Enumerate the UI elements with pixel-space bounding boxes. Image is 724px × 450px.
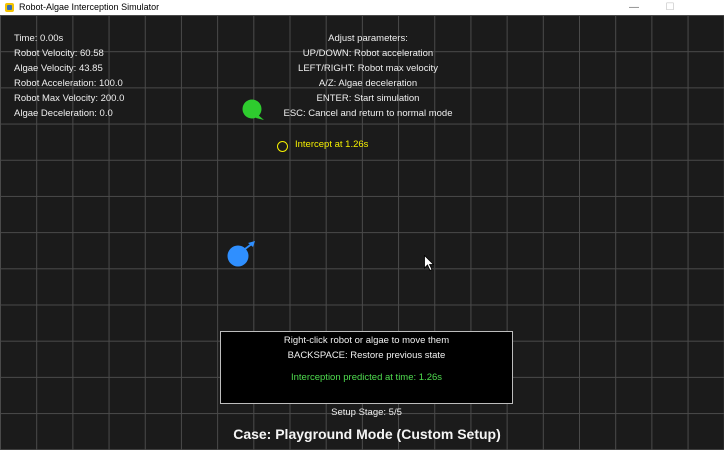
setup-info-panel: Right-click robot or algae to move them … [220,331,513,404]
window-title: Robot-Algae Interception Simulator [19,2,160,12]
algae-deceleration-readout: Algae Deceleration: 0.0 [14,108,113,119]
mouse-cursor-icon [424,255,434,271]
title-bar[interactable]: Robot-Algae Interception Simulator — ☐ [0,0,724,15]
maximize-button[interactable]: ☐ [652,0,688,15]
app-window: Robot-Algae Interception Simulator — ☐ T… [0,0,724,450]
intercept-label: Intercept at 1.26s [295,139,369,150]
help-enter: ENTER: Start simulation [316,93,420,104]
algae-ball[interactable] [242,99,264,121]
minimize-button[interactable]: — [616,0,652,15]
algae-velocity-readout: Algae Velocity: 43.85 [14,63,103,74]
help-up-down: UP/DOWN: Robot acceleration [302,48,434,59]
case-title: Case: Playground Mode (Custom Setup) [233,426,501,442]
robot-acceleration-readout: Robot Acceleration: 100.0 [14,78,123,89]
time-readout: Time: 0.00s [14,33,64,44]
intercept-point-marker [277,141,288,152]
help-left-right: LEFT/RIGHT: Robot max velocity [298,63,438,74]
help-esc: ESC: Cancel and return to normal mode [283,108,453,119]
controls-help: Adjust parameters: UP/DOWN: Robot accele… [227,31,509,121]
close-button[interactable] [688,0,724,15]
robot-velocity-readout: Robot Velocity: 60.58 [14,48,104,59]
controls-heading: Adjust parameters: [328,33,408,44]
restore-instruction: BACKSPACE: Restore previous state [287,350,446,361]
simulation-canvas[interactable]: Time: 0.00s Robot Velocity: 60.58 Algae … [0,15,724,450]
setup-stage-indicator: Setup Stage: 5/5 [331,407,402,418]
move-instruction: Right-click robot or algae to move them [283,335,450,346]
help-a-z: A/Z: Algae deceleration [318,78,418,89]
interception-prediction: Interception predicted at time: 1.26s [290,372,443,383]
python-app-icon [5,3,14,12]
robot-ball[interactable] [226,241,256,271]
parameter-readout: Time: 0.00s Robot Velocity: 60.58 Algae … [14,31,124,121]
robot-max-velocity-readout: Robot Max Velocity: 200.0 [14,93,125,104]
